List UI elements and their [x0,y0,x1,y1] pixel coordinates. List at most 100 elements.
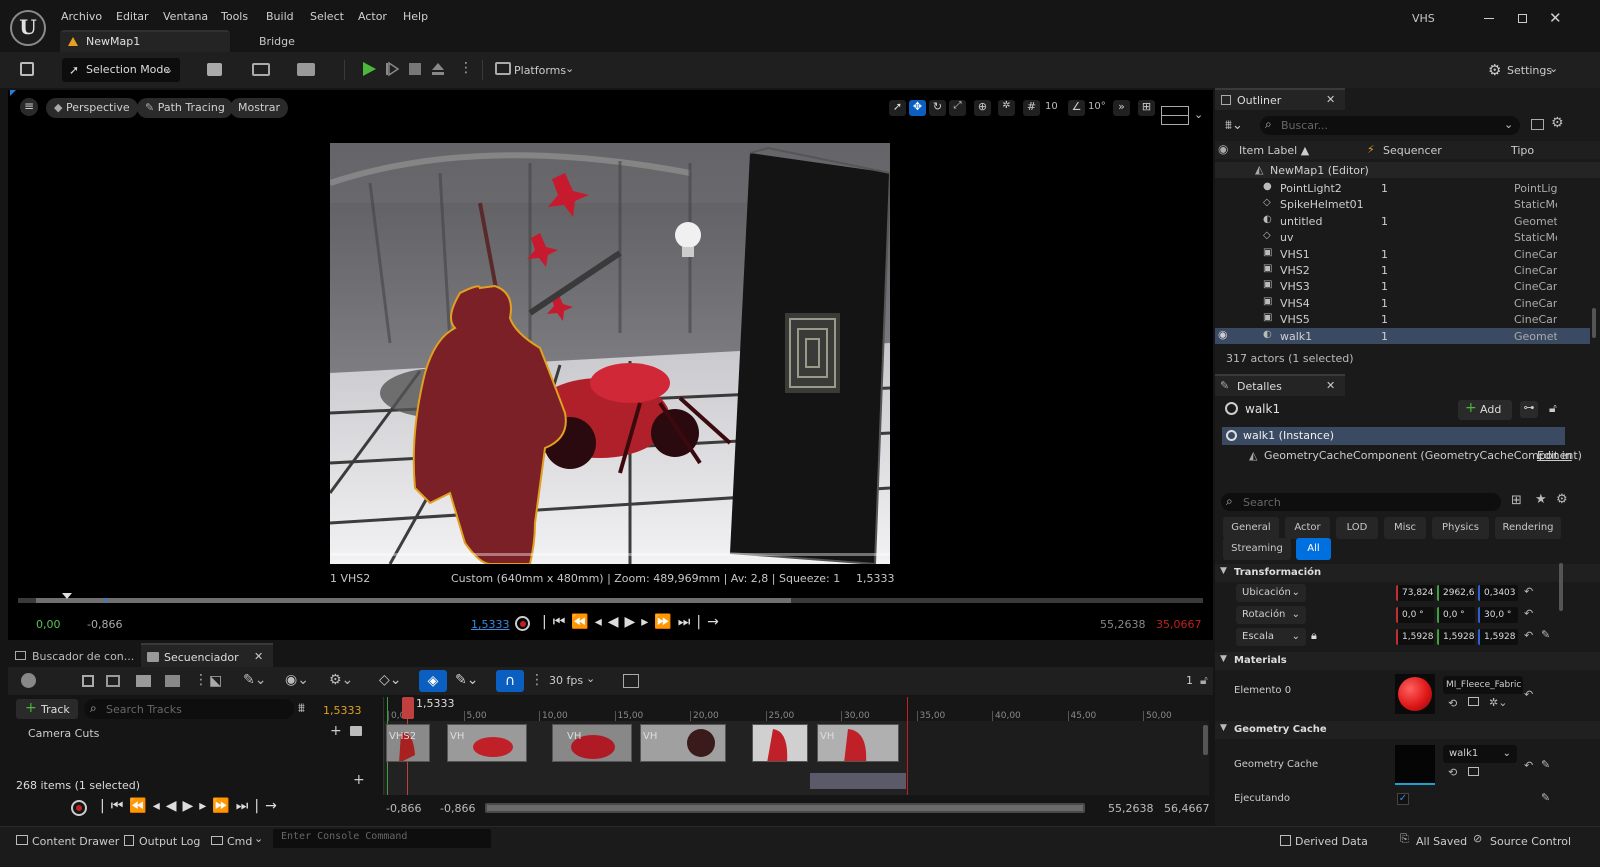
rotation-y-input[interactable]: 0,0 ° [1437,607,1475,623]
rotation-snap-value[interactable]: 10° [1088,101,1106,112]
perspective-button[interactable]: ◆ Perspective [46,98,138,118]
browse-icon[interactable]: ⟲ [1448,766,1457,779]
advance-frame-icon[interactable] [385,61,401,77]
component-instance-row[interactable]: walk1 (Instance) [1222,427,1565,445]
outliner-row[interactable]: ▣ VHS2 1 CineCame [1215,262,1590,278]
outliner-row[interactable]: ◇ uv StaticMes [1215,229,1590,245]
tab-details[interactable]: ✎ Detalles ✕ [1215,374,1345,396]
fps-dropdown[interactable]: 30 fps [549,674,583,687]
transport-controls[interactable]: |⏮⏪◂◀▶▸⏩⏭|→ [542,614,725,630]
camera-icon[interactable] [350,726,362,736]
search-tracks-input[interactable]: ⌕ Search Tracks [84,699,294,719]
render-icon[interactable] [136,675,151,687]
menu-tools[interactable]: Tools [221,10,248,23]
menu-help[interactable]: Help [403,10,428,23]
close-window-icon[interactable]: ✕ [1549,9,1562,27]
selection-mode-dropdown[interactable]: ➚ Selection Mode ⌄ [62,58,180,82]
viewport-menu-icon[interactable]: ≡ [20,98,38,116]
eye-icon[interactable]: ◉ [1218,328,1228,341]
close-icon[interactable]: ✕ [254,650,263,663]
path-tracing-button[interactable]: ✎ Path Tracing [137,98,233,118]
stop-icon[interactable] [409,63,421,75]
blueprint-icon[interactable]: ⊶ [1520,401,1538,418]
geometry-cache-picker[interactable]: walk1 ⌄ [1443,745,1517,763]
details-scrollbar[interactable] [1559,563,1563,611]
filter-actor[interactable]: Actor [1285,517,1330,539]
gear-icon[interactable]: ⚙ [1551,115,1564,131]
cmd-dropdown[interactable]: Cmd ⌄ [211,831,267,851]
chevron-down-icon[interactable]: ⌄ [1194,108,1203,121]
wrench-icon[interactable]: ✎⌄ [243,672,266,688]
viewport-timeline-scrubber[interactable] [18,593,1203,603]
tab-sequencer[interactable]: Secuenciador ✕ [141,643,273,667]
selection-range-bar[interactable] [810,773,906,789]
menu-actor[interactable]: Actor [358,10,387,23]
grid-snap-value[interactable]: 10 [1045,101,1058,112]
actions-icon[interactable]: ⬕ [209,673,222,689]
rotation-x-input[interactable]: 0,0 ° [1396,607,1434,623]
filter-physics[interactable]: Physics [1432,517,1489,539]
filter-rendering[interactable]: Rendering [1495,517,1561,539]
viewport-layout-icon[interactable] [1161,106,1189,125]
filter-misc[interactable]: Misc [1384,517,1426,539]
timeline-scrollbar[interactable] [485,803,1085,813]
rotation-z-input[interactable]: 30,0 ° [1478,607,1518,623]
cinematics-icon[interactable] [297,63,315,76]
filter-all[interactable]: All [1296,538,1331,560]
eye-icon[interactable]: ◉⌄ [285,672,309,688]
tab-content-browser[interactable]: Buscador de con... [8,643,138,667]
record-button[interactable] [71,800,87,816]
close-icon[interactable]: ✕ [1326,379,1335,392]
location-z-input[interactable]: 0,3403 [1478,585,1518,601]
show-button[interactable]: Mostrar [230,98,289,118]
more-options-icon[interactable]: ⋮ [459,60,473,76]
outliner-row[interactable]: ◐ untitled 1 Geometry [1215,213,1590,229]
gear-icon[interactable]: ⚙ [1556,492,1568,507]
gear-icon[interactable]: ⚙⌄ [329,672,353,688]
transform-section-header[interactable]: ▼ Transformación [1215,564,1600,582]
clip-thumbnail[interactable]: VH [447,724,527,762]
menu-build[interactable]: Build [266,10,294,23]
rotation-snap-icon[interactable]: ∠ [1068,100,1085,116]
clip-thumbnail[interactable] [752,724,808,762]
reset-icon[interactable]: ↶ [1524,585,1533,598]
table-view-icon[interactable]: ⊞ [1511,493,1522,508]
lock-icon[interactable]: 🔒︎ [1311,629,1317,643]
key-icon[interactable]: ◇⌄ [379,672,402,688]
more-options-icon[interactable]: ⋮ [530,672,544,688]
column-sequencer[interactable]: Sequencer [1383,144,1442,157]
menu-select[interactable]: Select [310,10,344,23]
clip-thumbnail[interactable]: VHS2 [386,724,430,762]
menu-editar[interactable]: Editar [116,10,149,23]
outliner-row[interactable]: ▣ VHS1 1 CineCame [1215,246,1590,262]
content-drawer-button[interactable]: Content Drawer [16,831,119,851]
sequencer-time[interactable]: 1,5333 [323,704,362,717]
reset-icon[interactable]: ↶ [1524,759,1533,772]
geometry-cache-section-header[interactable]: ▼ Geometry Cache [1215,721,1600,739]
location-y-input[interactable]: 2962,6 [1437,585,1475,601]
unreal-logo-icon[interactable]: U [10,10,46,46]
world-space-icon[interactable]: ⊕ [974,100,991,116]
pencil-icon[interactable]: ✎⌄ [455,672,478,688]
outliner-search-input[interactable]: ⌕ Buscar... ⌄ [1260,116,1520,135]
location-dropdown[interactable]: Ubicación ⌄ [1236,584,1306,602]
menu-archivo[interactable]: Archivo [61,10,102,23]
component-row[interactable]: ◭ GeometryCacheComponent (GeometryCacheC… [1222,447,1582,465]
filter-general[interactable]: General [1223,517,1279,539]
playhead[interactable] [402,697,414,719]
scale-z-input[interactable]: 1,5928 [1478,629,1518,645]
scale-tool-icon[interactable]: ⤢ [949,100,966,116]
edit-in-link[interactable]: Edit in [1537,449,1572,462]
materials-section-header[interactable]: ▼ Materials [1215,652,1600,670]
scale-x-input[interactable]: 1,5928 [1396,629,1434,645]
track-scrollbar[interactable] [1203,725,1208,755]
record-button[interactable] [515,616,530,631]
close-icon[interactable]: ✕ [1326,93,1335,106]
folder-icon[interactable] [1468,767,1479,776]
outliner-scrollbar[interactable] [1592,308,1596,338]
source-control-button[interactable]: ⊘ Source Control [1473,831,1598,851]
reset-icon[interactable]: ↶ [1524,688,1533,701]
output-log-button[interactable]: Output Log [124,831,200,851]
add-content-icon[interactable] [207,63,222,76]
filter-streaming[interactable]: Streaming [1223,538,1291,560]
